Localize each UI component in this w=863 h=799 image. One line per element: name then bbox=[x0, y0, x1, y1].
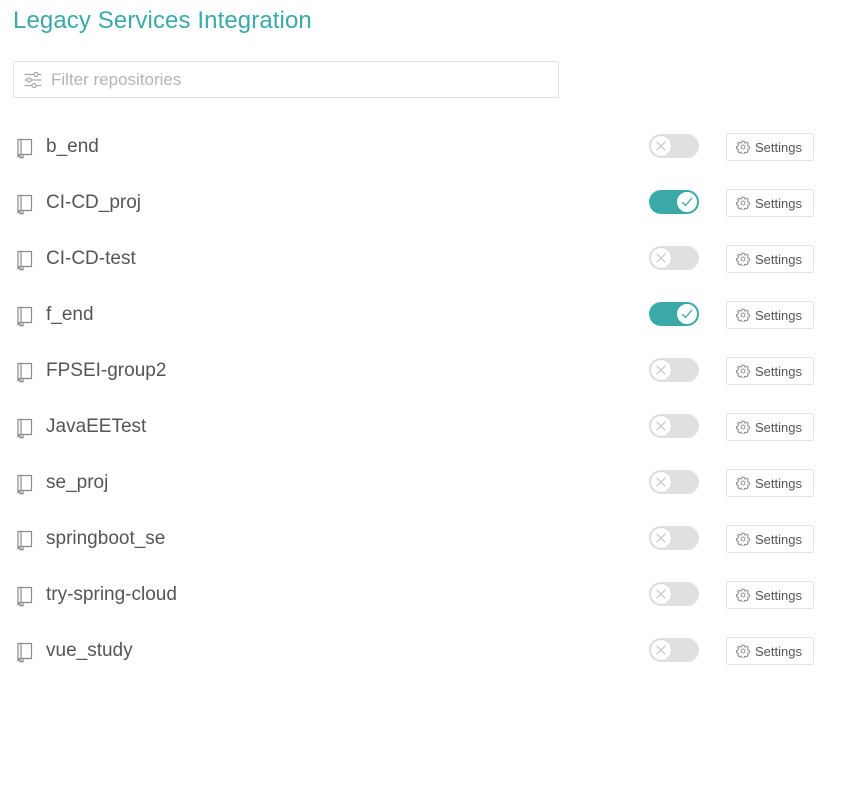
settings-button-label: Settings bbox=[755, 140, 802, 155]
settings-button-label: Settings bbox=[755, 532, 802, 547]
close-icon bbox=[656, 253, 666, 263]
close-icon bbox=[656, 365, 666, 375]
settings-button-label: Settings bbox=[755, 588, 802, 603]
repository-name: springboot_se bbox=[46, 528, 166, 549]
settings-button-label: Settings bbox=[755, 308, 802, 323]
repository-row: CI-CD_proj Settings bbox=[0, 175, 863, 231]
settings-button-label: Settings bbox=[755, 476, 802, 491]
repository-settings-button[interactable]: Settings bbox=[726, 133, 814, 161]
close-icon bbox=[656, 477, 666, 487]
repository-enable-toggle[interactable] bbox=[649, 638, 699, 662]
gear-icon bbox=[736, 364, 750, 378]
close-icon bbox=[656, 533, 666, 543]
close-icon bbox=[656, 645, 666, 655]
repository-settings-button[interactable]: Settings bbox=[726, 525, 814, 553]
close-icon bbox=[656, 141, 666, 151]
repository-row: b_end Settings bbox=[0, 119, 863, 175]
toggle-knob bbox=[650, 415, 672, 437]
filter-box[interactable] bbox=[13, 61, 559, 98]
repository-row: CI-CD-test Settings bbox=[0, 231, 863, 287]
gear-icon bbox=[736, 420, 750, 434]
repository-row: se_proj Settings bbox=[0, 455, 863, 511]
gear-icon bbox=[736, 140, 750, 154]
gear-icon bbox=[736, 308, 750, 322]
repository-enable-toggle[interactable] bbox=[649, 414, 699, 438]
repository-row: FPSEI-group2 Settings bbox=[0, 343, 863, 399]
filter-repositories-input[interactable] bbox=[51, 62, 551, 97]
settings-button-label: Settings bbox=[755, 252, 802, 267]
settings-button-label: Settings bbox=[755, 420, 802, 435]
repository-settings-button[interactable]: Settings bbox=[726, 357, 814, 385]
page-title: Legacy Services Integration bbox=[13, 7, 312, 34]
gear-icon bbox=[736, 644, 750, 658]
repository-name: se_proj bbox=[46, 472, 109, 493]
repository-row: vue_study Settings bbox=[0, 623, 863, 679]
repository-book-icon bbox=[17, 138, 33, 159]
repository-book-icon bbox=[17, 586, 33, 607]
repository-settings-button[interactable]: Settings bbox=[726, 469, 814, 497]
repository-enable-toggle[interactable] bbox=[649, 246, 699, 270]
repository-book-icon bbox=[17, 194, 33, 215]
repository-name: b_end bbox=[46, 136, 99, 157]
repository-enable-toggle[interactable] bbox=[649, 582, 699, 606]
close-icon bbox=[656, 589, 666, 599]
repository-settings-button[interactable]: Settings bbox=[726, 581, 814, 609]
repository-name: try-spring-cloud bbox=[46, 584, 177, 605]
close-icon bbox=[656, 421, 666, 431]
filter-sliders-icon bbox=[24, 71, 42, 89]
repository-name: vue_study bbox=[46, 640, 133, 661]
gear-icon bbox=[736, 476, 750, 490]
repository-enable-toggle[interactable] bbox=[649, 190, 699, 214]
toggle-knob bbox=[650, 583, 672, 605]
toggle-knob bbox=[650, 639, 672, 661]
repository-settings-button[interactable]: Settings bbox=[726, 245, 814, 273]
toggle-knob bbox=[650, 247, 672, 269]
repository-enable-toggle[interactable] bbox=[649, 470, 699, 494]
repository-name: CI-CD-test bbox=[46, 248, 136, 269]
check-icon bbox=[681, 197, 693, 207]
repository-book-icon bbox=[17, 474, 33, 495]
toggle-knob bbox=[676, 191, 698, 213]
gear-icon bbox=[736, 532, 750, 546]
repository-settings-button[interactable]: Settings bbox=[726, 301, 814, 329]
repository-row: springboot_se Settings bbox=[0, 511, 863, 567]
gear-icon bbox=[736, 196, 750, 210]
settings-button-label: Settings bbox=[755, 196, 802, 211]
check-icon bbox=[681, 309, 693, 319]
repository-enable-toggle[interactable] bbox=[649, 134, 699, 158]
settings-button-label: Settings bbox=[755, 364, 802, 379]
repository-settings-button[interactable]: Settings bbox=[726, 189, 814, 217]
repository-book-icon bbox=[17, 306, 33, 327]
gear-icon bbox=[736, 252, 750, 266]
repository-book-icon bbox=[17, 642, 33, 663]
repository-book-icon bbox=[17, 530, 33, 551]
repository-row: JavaEETest Settings bbox=[0, 399, 863, 455]
toggle-knob bbox=[676, 303, 698, 325]
repository-book-icon bbox=[17, 362, 33, 383]
toggle-knob bbox=[650, 135, 672, 157]
repository-enable-toggle[interactable] bbox=[649, 302, 699, 326]
repository-settings-button[interactable]: Settings bbox=[726, 637, 814, 665]
repository-book-icon bbox=[17, 418, 33, 439]
page: Legacy Services Integration b_end bbox=[0, 0, 863, 799]
settings-button-label: Settings bbox=[755, 644, 802, 659]
repository-list: b_end Settings CI-CD_proj Settings CI-CD… bbox=[0, 119, 863, 679]
repository-book-icon bbox=[17, 250, 33, 271]
repository-name: f_end bbox=[46, 304, 94, 325]
toggle-knob bbox=[650, 359, 672, 381]
repository-name: FPSEI-group2 bbox=[46, 360, 167, 381]
repository-settings-button[interactable]: Settings bbox=[726, 413, 814, 441]
repository-name: JavaEETest bbox=[46, 416, 147, 437]
repository-enable-toggle[interactable] bbox=[649, 358, 699, 382]
gear-icon bbox=[736, 588, 750, 602]
repository-name: CI-CD_proj bbox=[46, 192, 142, 213]
repository-enable-toggle[interactable] bbox=[649, 526, 699, 550]
repository-row: f_end Settings bbox=[0, 287, 863, 343]
toggle-knob bbox=[650, 471, 672, 493]
toggle-knob bbox=[650, 527, 672, 549]
repository-row: try-spring-cloud Settings bbox=[0, 567, 863, 623]
